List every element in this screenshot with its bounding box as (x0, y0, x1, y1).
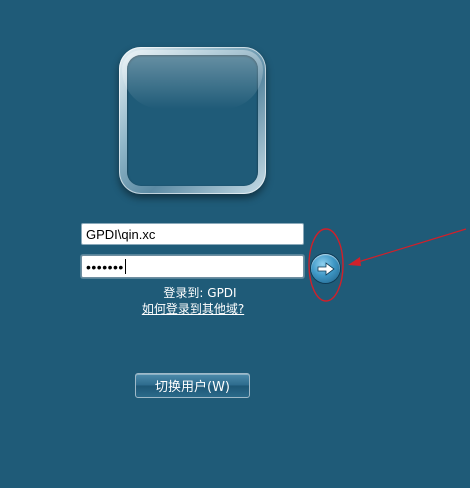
annotation-ellipse (308, 228, 344, 302)
annotation-overlay (308, 228, 467, 302)
annotation-arrowhead (348, 257, 361, 266)
annotation-arrow-line (357, 228, 467, 263)
